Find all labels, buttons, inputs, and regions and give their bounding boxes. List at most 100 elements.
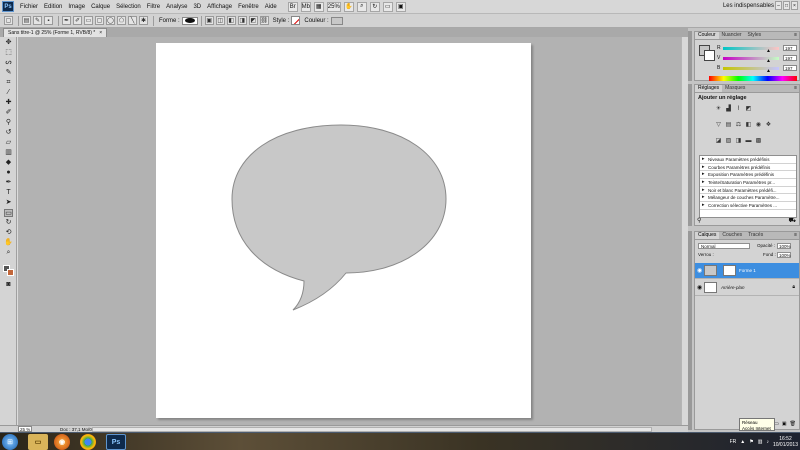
selective-color-icon[interactable]: ▩ [755,138,762,145]
menu-selection[interactable]: Sélection [113,4,144,10]
slider-r-value[interactable]: 197 [783,45,797,51]
minimize-icon[interactable]: – [775,1,782,10]
speech-bubble-shape[interactable] [156,43,531,418]
slider-v-value[interactable]: 197 [783,55,797,61]
ellipse-icon[interactable]: ◯ [106,16,115,25]
flag-icon[interactable]: ⚑ [749,439,753,445]
language-indicator[interactable]: FR [730,439,737,445]
shape-layers-icon[interactable]: ▤ [22,16,31,25]
tab-reglages[interactable]: Réglages [695,85,723,92]
document-tab[interactable]: Sans titre-1 @ 25% (Forme 1, RVB/8) * × [3,28,108,37]
channel-mixer-icon[interactable]: ❖ [765,122,772,129]
menu-analyse[interactable]: Analyse [163,4,190,10]
posterize-icon[interactable]: ▨ [725,138,732,145]
close-icon[interactable]: × [791,1,798,10]
menu-fenetre[interactable]: Fenêtre [235,4,262,10]
lasso-tool-icon[interactable]: ᔕ [4,59,13,67]
style-picker[interactable] [291,16,301,25]
levels-icon[interactable]: ▟ [725,106,732,113]
windows-start-icon[interactable]: ⊞ [2,434,18,450]
polygon-icon[interactable]: ⬠ [117,16,126,25]
menu-affichage[interactable]: Affichage [204,4,235,10]
custom-shape-tool-icon[interactable]: ▭ [4,209,13,217]
fill-pixels-icon[interactable]: ▪ [44,16,53,25]
menu-fichier[interactable]: Fichier [17,4,41,10]
explorer-icon[interactable]: ▭ [28,434,48,450]
volume-icon[interactable]: ♪ [766,439,769,445]
hand-tool-icon[interactable]: ✋ [343,1,354,12]
eraser-icon[interactable]: ▱ [4,139,13,147]
menu-image[interactable]: Image [65,4,88,10]
brightness-icon[interactable]: ☀ [715,106,722,113]
tab-masques[interactable]: Masques [722,85,748,92]
custom-shape-icon[interactable]: ✱ [139,16,148,25]
fill-field[interactable]: 100% [777,252,791,258]
layer-row-forme-1[interactable]: ◉ Forme 1 [695,263,799,279]
3d-rotate-icon[interactable]: ↻ [4,219,13,227]
bridge-button[interactable]: Br [287,1,298,12]
menu-3d[interactable]: 3D [190,4,204,10]
mini-bridge-button[interactable]: Mb [300,1,311,12]
zoom-tool-icon[interactable]: ⌕ [4,249,13,257]
slider-r-knob[interactable]: ▲ [766,49,771,54]
firefox-icon[interactable]: ◉ [54,434,70,450]
curves-icon[interactable]: ⌇ [735,106,742,113]
eye-icon[interactable]: ◉ [697,284,702,291]
preset-item[interactable]: Mélangeur de couches Paramètre... [700,194,796,203]
slider-b-value[interactable]: 197 [783,65,797,71]
preset-item[interactable]: Courbes Paramètres prédéfinis [700,164,796,172]
photoshop-taskbar-icon[interactable]: Ps [106,434,126,450]
quick-mask-icon[interactable]: ◙ [4,281,13,289]
slider-b-knob[interactable]: ▲ [766,69,771,74]
history-brush-icon[interactable]: ↺ [4,129,13,137]
canvas-area[interactable] [18,37,688,425]
panel-menu-icon[interactable]: ≡ [794,232,797,239]
new-layer-icon[interactable]: ▣ [782,421,787,429]
menu-calque[interactable]: Calque [88,4,113,10]
preset-item[interactable]: Exposition Paramètres prédéfinis [700,171,796,180]
tool-preset-icon[interactable]: ▢ [4,16,13,25]
hue-saturation-icon[interactable]: ▤ [725,122,732,129]
clock[interactable]: 16:52 10/01/2013 [773,436,798,448]
dodge-tool-icon[interactable]: ● [4,169,13,177]
menu-filtre[interactable]: Filtre [144,4,163,10]
delivery-icon[interactable]: ⛟ [788,217,796,225]
background-color-box[interactable] [704,50,715,61]
tray-arrow-icon[interactable]: ▲ [740,439,745,445]
layer-row-arriere-plan[interactable]: ◉ Arrière-plan 🔒︎ [695,280,799,296]
black-white-icon[interactable]: ◧ [745,122,752,129]
maximize-icon[interactable]: □ [783,1,790,10]
shape-picker[interactable] [181,16,198,25]
grid-icon[interactable]: ▦ [313,1,324,12]
rotate-view-icon[interactable]: ↻ [369,1,380,12]
line-icon[interactable]: ╲ [128,16,137,25]
type-tool-icon[interactable]: T [4,189,13,197]
tab-styles[interactable]: Styles [745,32,765,39]
blend-mode-select[interactable]: Normal [698,243,750,249]
color-balance-icon[interactable]: ⚖ [735,122,742,129]
pen-tool-icon[interactable]: ✒ [4,179,13,187]
preset-item[interactable]: Correction sélective Paramètres ... [700,202,796,210]
vertical-scrollbar[interactable] [681,37,688,425]
color-spectrum[interactable] [709,76,797,81]
tab-couches[interactable]: Couches [719,232,745,239]
tab-nuancier[interactable]: Nuancier [719,32,745,39]
tab-calques[interactable]: Calques [695,232,720,239]
subtract-mode-icon[interactable]: ◧ [226,16,236,25]
threshold-icon[interactable]: ◨ [735,138,742,145]
chrome-icon[interactable] [80,434,96,450]
gradient-map-icon[interactable]: ▬ [745,138,752,145]
menu-aide[interactable]: Aide [262,4,280,10]
invert-icon[interactable]: ◪ [715,138,722,145]
zoom-tool-icon[interactable]: ⌕ [356,1,367,12]
vibrance-icon[interactable]: ▽ [715,122,722,129]
speech-bubble-path[interactable] [231,124,447,311]
hand-tool-icon[interactable]: ✋ [4,239,13,247]
move-tool-icon[interactable]: ✥ [4,39,13,47]
slider-v-knob[interactable]: ▲ [766,59,771,64]
add-mode-icon[interactable]: ◫ [215,16,225,25]
brush-tool-icon[interactable]: ✐ [4,109,13,117]
crop-tool-icon[interactable]: ⌗ [4,79,13,87]
rectangle-icon[interactable]: ▭ [84,16,93,25]
exposure-icon[interactable]: ◩ [745,106,752,113]
